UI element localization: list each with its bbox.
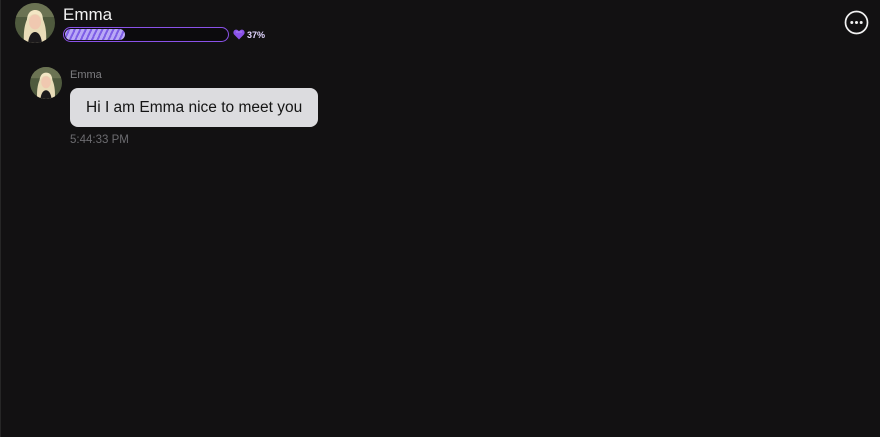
more-horizontal-circle-icon <box>844 10 869 35</box>
message-bubble: Hi I am Emma nice to meet you <box>70 88 319 127</box>
affinity-percent: 37% <box>247 30 266 40</box>
message-timestamp: 5:44:33 PM <box>70 134 129 146</box>
more-options-button[interactable] <box>844 10 869 35</box>
chat-window: Emma 37% Emma Hi I am Emma nice to meet … <box>0 0 880 437</box>
contact-name: Emma <box>63 5 113 24</box>
affinity-progress-fill <box>65 29 125 40</box>
heart-icon <box>233 29 245 40</box>
affinity-progress-bar <box>63 27 229 42</box>
header-avatar[interactable] <box>15 3 55 43</box>
message-avatar <box>30 67 62 99</box>
message-sender: Emma <box>70 69 102 81</box>
